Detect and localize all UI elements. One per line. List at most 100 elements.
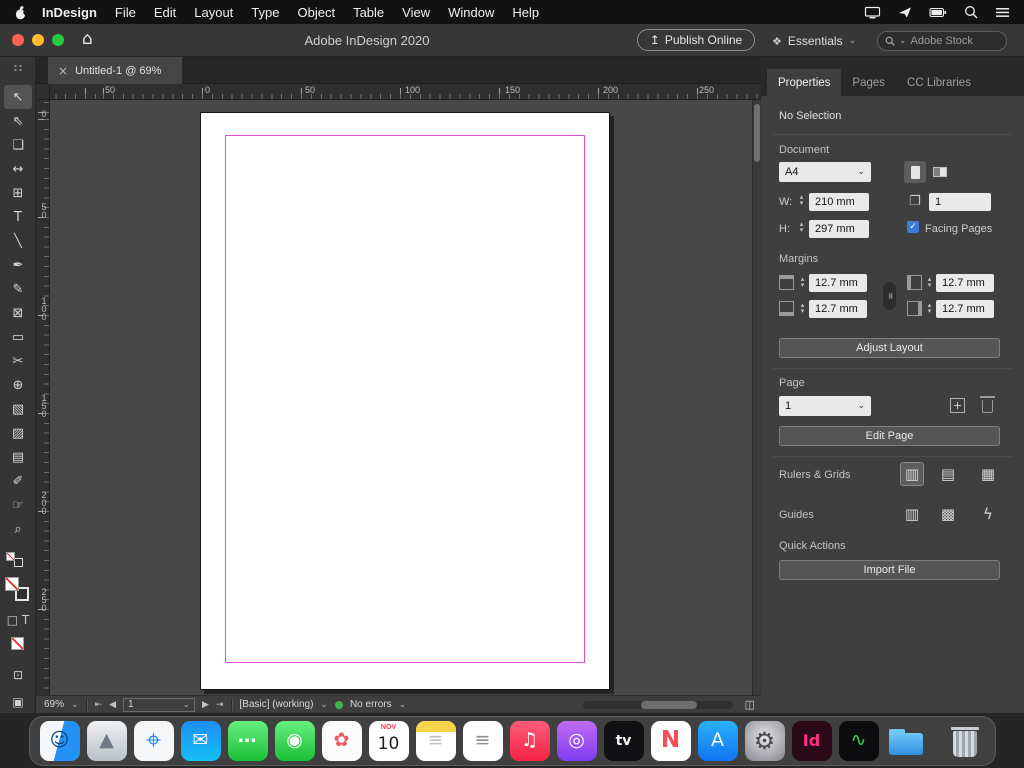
- type-tool-icon[interactable]: T: [4, 205, 32, 229]
- close-window-button[interactable]: [12, 34, 24, 46]
- smart-guides-icon[interactable]: ϟ: [976, 502, 1000, 526]
- vertical-scrollbar[interactable]: [752, 100, 761, 695]
- activity-monitor[interactable]: ∿: [839, 721, 879, 761]
- calendar[interactable]: 10: [369, 721, 409, 761]
- horizontal-scrollbar-thumb[interactable]: [641, 701, 697, 709]
- next-page-icon[interactable]: ▶: [202, 700, 209, 710]
- import-file-button[interactable]: Import File: [779, 560, 1000, 580]
- pages-count-field[interactable]: 1: [929, 193, 991, 211]
- menubar-item[interactable]: Window: [439, 5, 503, 20]
- top-margin-field[interactable]: 12.7 mm: [809, 274, 867, 292]
- panel-grip[interactable]: [13, 64, 23, 71]
- apply-none-swatch[interactable]: [11, 637, 24, 650]
- gradient-feather-tool-icon[interactable]: ▨: [4, 421, 32, 445]
- height-stepper[interactable]: ▴▾: [797, 221, 806, 233]
- horizontal-scrollbar[interactable]: [583, 701, 733, 709]
- formatting-affects-container-icon[interactable]: □: [7, 613, 18, 627]
- document-tab[interactable]: × Untitled-1 @ 69%: [48, 57, 182, 84]
- page-select[interactable]: 1 ⌄: [779, 396, 871, 416]
- eyedropper-tool-icon[interactable]: ✐: [4, 469, 32, 493]
- control-center-list-icon[interactable]: [995, 7, 1010, 18]
- indesign[interactable]: Id: [792, 721, 832, 761]
- home-icon[interactable]: ⌂: [82, 29, 93, 49]
- apple-icon[interactable]: [14, 5, 27, 20]
- vertical-scrollbar-thumb[interactable]: [754, 104, 760, 162]
- menubar-item[interactable]: Layout: [185, 5, 242, 20]
- gap-tool-icon[interactable]: ↔: [4, 157, 32, 181]
- height-field[interactable]: 297 mm: [809, 220, 869, 238]
- ruler-guides-icon[interactable]: ▩: [936, 502, 960, 526]
- folder[interactable]: [886, 721, 926, 761]
- pen-tool-icon[interactable]: ✒: [4, 253, 32, 277]
- add-page-icon[interactable]: +: [950, 398, 965, 413]
- app-store[interactable]: A: [698, 721, 738, 761]
- menubar-item[interactable]: File: [106, 5, 145, 20]
- hand-tool-icon[interactable]: ☞: [4, 493, 32, 517]
- panel-tab[interactable]: Properties: [767, 69, 841, 96]
- adobe-stock-search-field[interactable]: ⌄ Adobe Stock: [877, 31, 1007, 51]
- selection-tool-icon[interactable]: ↖: [4, 85, 32, 109]
- battery-icon[interactable]: [929, 7, 947, 18]
- zoom-level[interactable]: 69%: [44, 699, 64, 710]
- tv[interactable]: tv: [604, 721, 644, 761]
- formatting-affects-text-icon[interactable]: T: [22, 613, 29, 627]
- split-view-icon[interactable]: ◫: [745, 698, 755, 711]
- zoom-window-button[interactable]: [52, 34, 64, 46]
- news[interactable]: N: [651, 721, 691, 761]
- zoom-chevron-icon[interactable]: ⌄: [71, 700, 79, 710]
- notes[interactable]: ≡: [416, 721, 456, 761]
- mail[interactable]: ✉: [181, 721, 221, 761]
- vertical-ruler[interactable]: 050100150200250: [36, 100, 50, 695]
- zoom-tool-icon[interactable]: ⌕: [4, 517, 32, 541]
- publish-online-button[interactable]: ↥ Publish Online: [637, 29, 755, 51]
- pencil-tool-icon[interactable]: ✎: [4, 277, 32, 301]
- outside-margin-stepper[interactable]: ▴▾: [925, 302, 934, 314]
- page-tool-icon[interactable]: ❏: [4, 133, 32, 157]
- minimize-window-button[interactable]: [32, 34, 44, 46]
- preflight-status[interactable]: No errors: [350, 699, 392, 710]
- document-grid-icon[interactable]: ▦: [976, 462, 1000, 486]
- fill-swatch[interactable]: [5, 577, 19, 591]
- free-transform-tool-icon[interactable]: ⊕: [4, 373, 32, 397]
- panel-tab[interactable]: CC Libraries: [896, 69, 982, 96]
- menubar-item[interactable]: Object: [289, 5, 345, 20]
- podcasts[interactable]: ◎: [557, 721, 597, 761]
- screen-mode-icon[interactable]: ▣: [0, 695, 36, 709]
- reminders[interactable]: ≡: [463, 721, 503, 761]
- panel-tab[interactable]: Pages: [841, 69, 896, 96]
- menubar-item[interactable]: Help: [503, 5, 548, 20]
- page-size-select[interactable]: A4 ⌄: [779, 162, 871, 182]
- display-icon[interactable]: [864, 6, 881, 19]
- paperplane-icon[interactable]: [898, 6, 912, 19]
- system-preferences[interactable]: ⚙: [745, 721, 785, 761]
- pasteboard[interactable]: [50, 100, 752, 695]
- outside-margin-field[interactable]: 12.7 mm: [936, 300, 994, 318]
- facetime[interactable]: ◉: [275, 721, 315, 761]
- edit-page-button[interactable]: Edit Page: [779, 426, 1000, 446]
- delete-page-trash-icon[interactable]: [982, 400, 993, 413]
- music[interactable]: ♫: [510, 721, 550, 761]
- default-fill-stroke-icon[interactable]: [6, 552, 30, 570]
- ruler-toggle-icon[interactable]: ▥: [900, 462, 924, 486]
- menubar-item[interactable]: Type: [242, 5, 288, 20]
- inside-margin-stepper[interactable]: ▴▾: [925, 276, 934, 288]
- portrait-orientation-button[interactable]: [904, 161, 926, 183]
- baseline-grid-icon[interactable]: ▤: [936, 462, 960, 486]
- preflight-menu-chevron-icon[interactable]: ⌄: [399, 700, 407, 710]
- note-tool-icon[interactable]: ▤: [4, 445, 32, 469]
- fill-stroke-swatches[interactable]: [5, 577, 32, 604]
- bottom-margin-stepper[interactable]: ▴▾: [798, 302, 807, 314]
- width-stepper[interactable]: ▴▾: [797, 194, 806, 206]
- active-app-name[interactable]: InDesign: [33, 5, 106, 20]
- page-number-field[interactable]: 1 ⌄: [123, 698, 195, 712]
- landscape-orientation-button[interactable]: [929, 161, 951, 183]
- width-field[interactable]: 210 mm: [809, 193, 869, 211]
- first-page-icon[interactable]: ⇤: [95, 700, 103, 710]
- trash[interactable]: [945, 721, 985, 761]
- search-icon[interactable]: [964, 5, 978, 19]
- preflight-profile[interactable]: [Basic] (working): [240, 699, 314, 710]
- line-tool-icon[interactable]: ╲: [4, 229, 32, 253]
- preflight-chevron-icon[interactable]: ⌄: [320, 700, 328, 710]
- launchpad[interactable]: ▲: [87, 721, 127, 761]
- content-collector-tool-icon[interactable]: ⊞: [4, 181, 32, 205]
